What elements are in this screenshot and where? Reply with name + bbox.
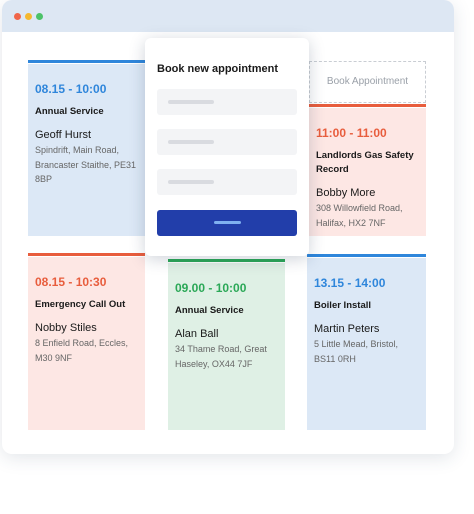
minimize-dot[interactable] <box>25 13 32 20</box>
appointment-service: Annual Service <box>35 106 104 117</box>
appointment-service: Annual Service <box>175 305 244 316</box>
appointment-card[interactable]: 08.15 - 10:30 Emergency Call Out Nobby Sti… <box>28 253 145 430</box>
book-appointment-modal: Book new appointment <box>145 38 309 256</box>
appointment-time: 13.15 - 14:00 <box>314 276 386 290</box>
customer-address: 34 Thame Road, Great Haseley, OX44 7JF <box>175 344 267 369</box>
card-accent-line <box>307 254 426 257</box>
customer-name: Alan Ball <box>175 328 219 340</box>
customer-name: Bobby More <box>316 187 376 199</box>
customer-address: Spindrift, Main Road, Brancaster Staithe… <box>35 145 137 184</box>
appointment-field-1[interactable] <box>157 89 297 115</box>
card-accent-line <box>168 259 285 262</box>
submit-appointment-button[interactable] <box>157 210 297 236</box>
appointment-time: 08.15 - 10:00 <box>35 82 107 96</box>
card-accent-line <box>309 104 426 107</box>
appointment-service: Landlords Gas Safety Record <box>316 150 414 175</box>
customer-address: 308 Willowfield Road, Halifax, HX2 7NF <box>316 203 403 228</box>
appointment-card[interactable]: 08.15 - 10:00 Annual Service Geoff Hurst Sp… <box>28 60 145 236</box>
appointment-field-2[interactable] <box>157 129 297 155</box>
maximize-dot[interactable] <box>36 13 43 20</box>
customer-name: Martin Peters <box>314 323 380 335</box>
appointment-service: Emergency Call Out <box>35 299 126 310</box>
customer-name: Nobby Stiles <box>35 322 97 334</box>
customer-name: Geoff Hurst <box>35 129 92 141</box>
appointment-card[interactable]: 11:00 - 11:00 Landlords Gas Safety Record… <box>309 104 426 236</box>
card-accent-line <box>28 253 145 256</box>
appointment-card[interactable]: 09.00 - 10:00 Annual Service Alan Ball 34 T… <box>168 259 285 430</box>
appointment-time: 08.15 - 10:30 <box>35 275 107 289</box>
appointment-card[interactable]: 13.15 - 14:00 Boiler Install Martin Peters… <box>307 254 426 430</box>
appointment-time: 11:00 - 11:00 <box>316 126 387 140</box>
modal-title: Book new appointment <box>157 63 278 75</box>
book-appointment-slot[interactable]: Book Appointment <box>309 61 426 103</box>
appointment-field-3[interactable] <box>157 169 297 195</box>
appointment-service: Boiler Install <box>314 300 372 311</box>
close-dot[interactable] <box>14 13 21 20</box>
customer-address: 5 Little Mead, Bristol, BS11 0RH <box>314 339 399 364</box>
card-accent-line <box>28 60 145 63</box>
appointment-time: 09.00 - 10:00 <box>175 281 247 295</box>
window-titlebar <box>2 0 454 32</box>
customer-address: 8 Enfield Road, Eccles, M30 9NF <box>35 338 129 363</box>
